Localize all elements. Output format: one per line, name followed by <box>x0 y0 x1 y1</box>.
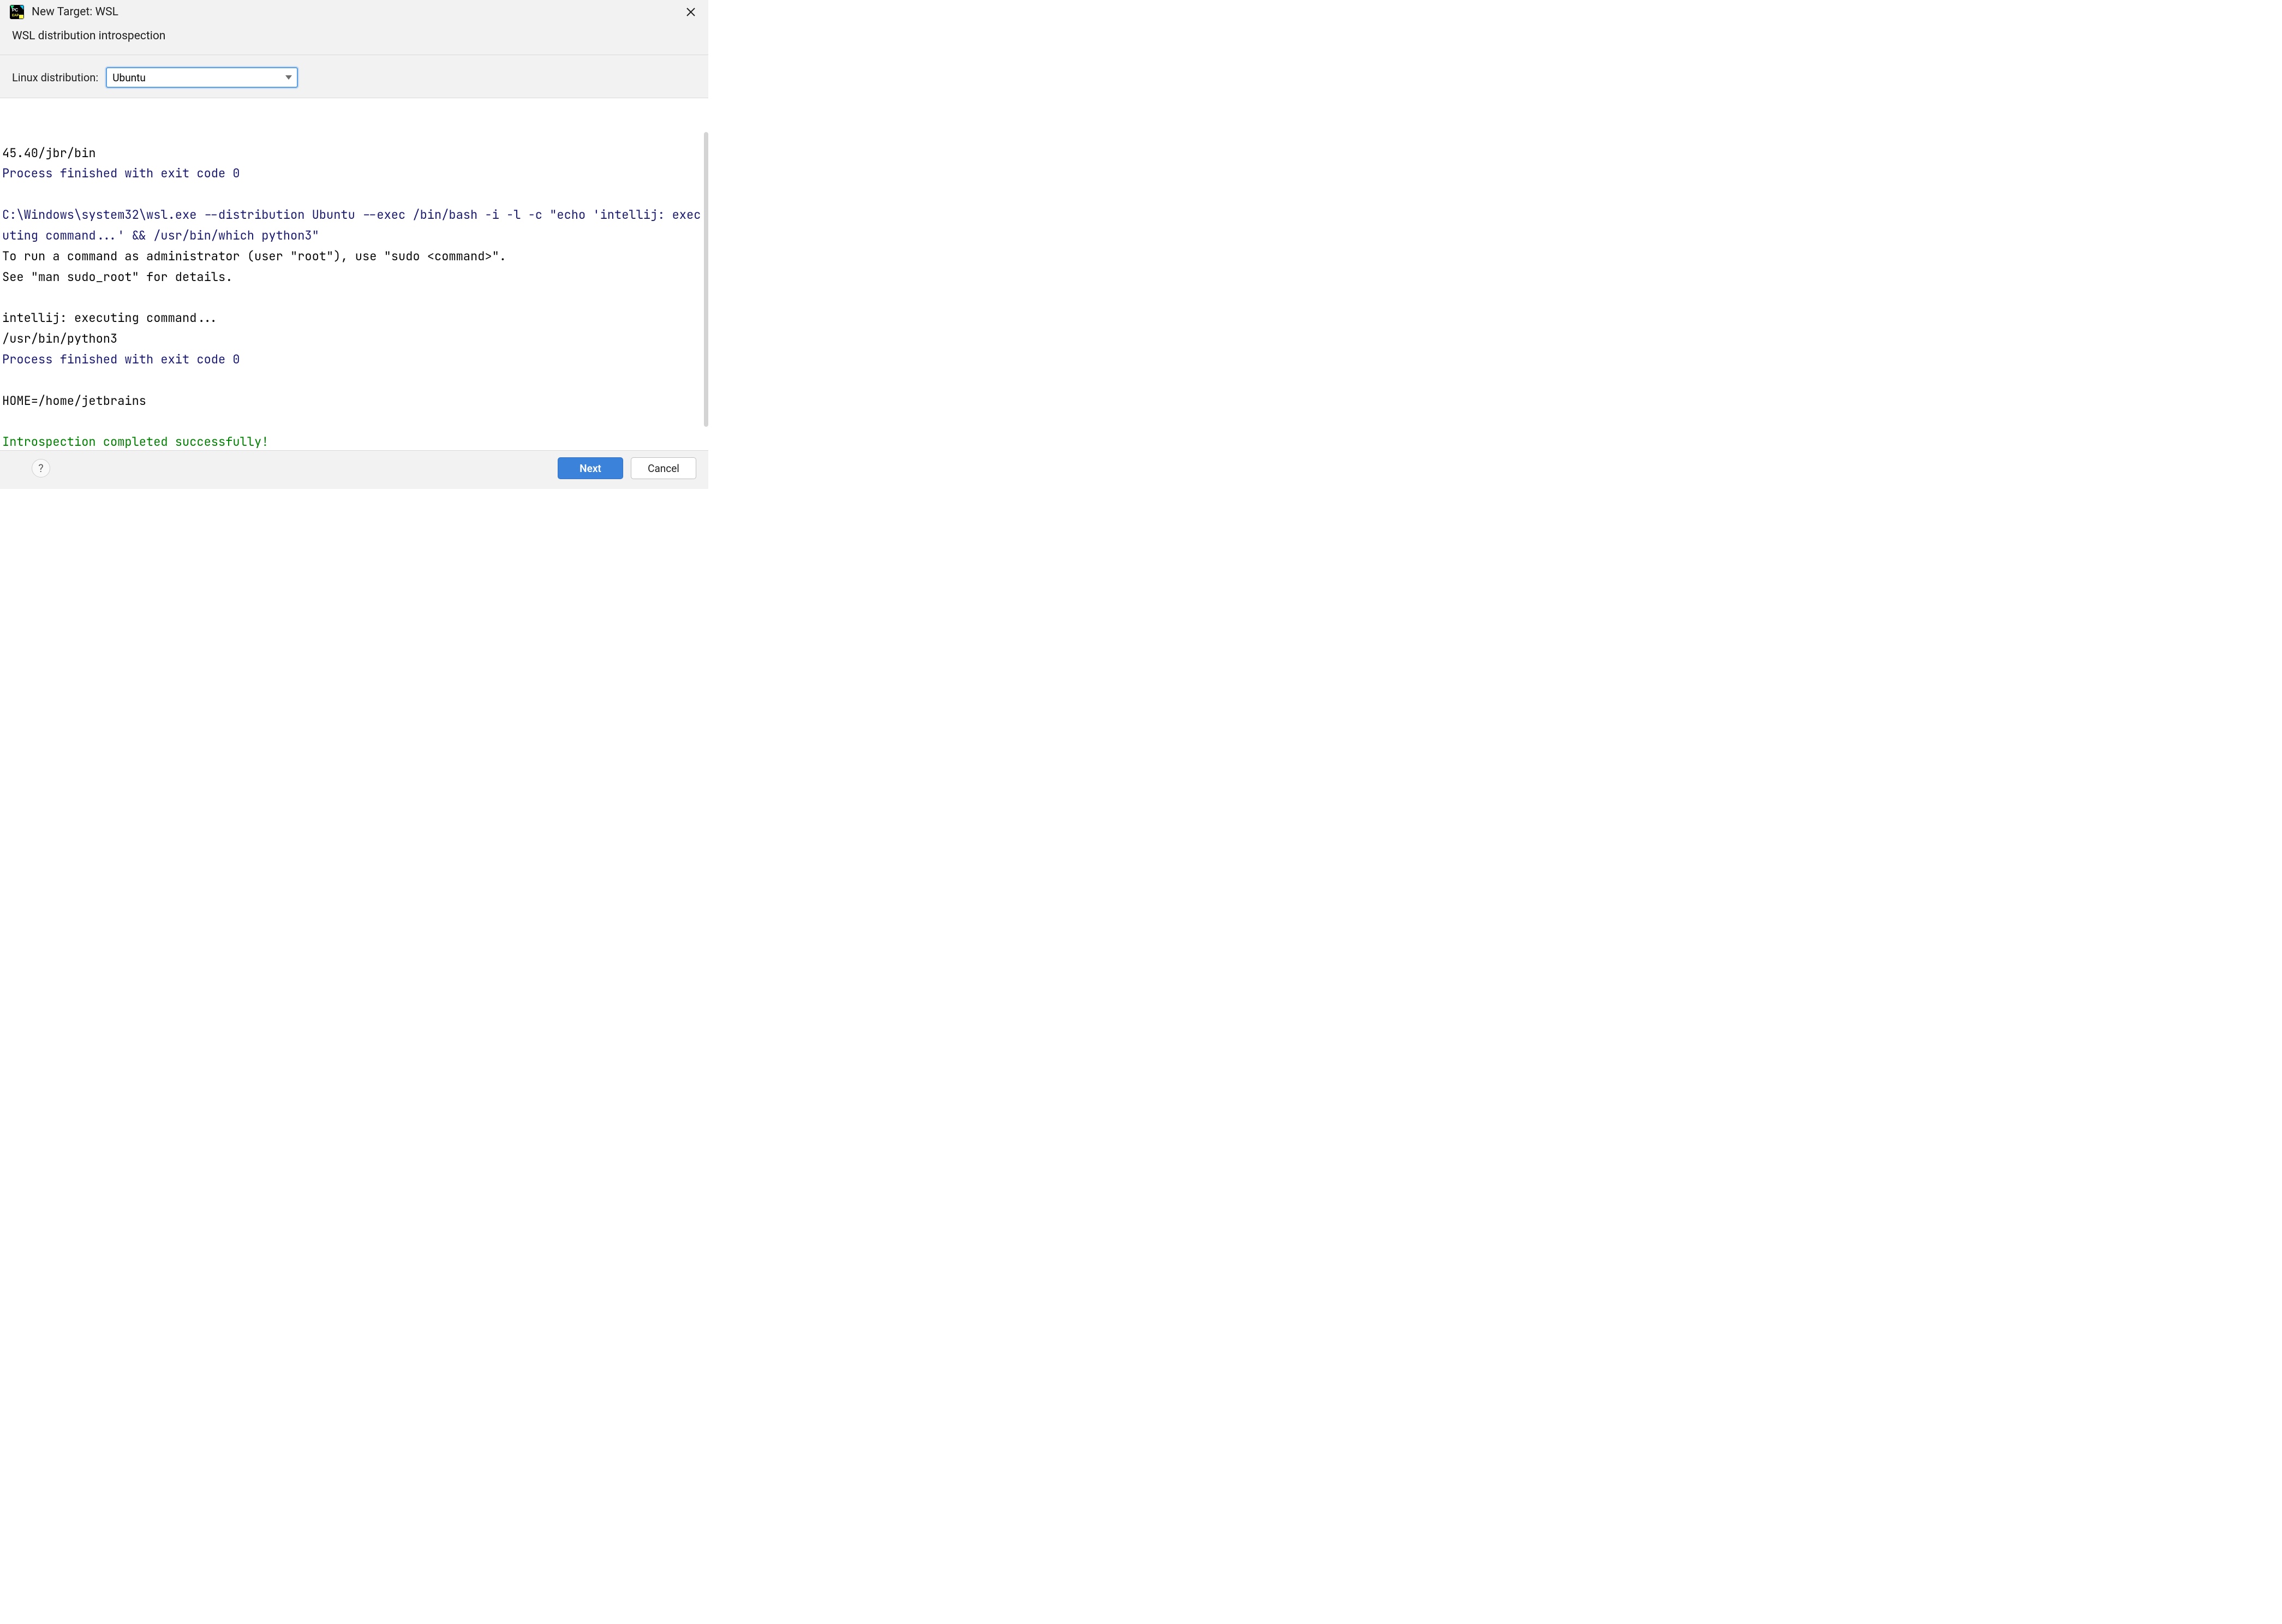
console-line <box>2 370 706 391</box>
help-button[interactable]: ? <box>32 459 50 477</box>
console-line: intellij: executing command... <box>2 308 706 329</box>
footer-bar: ? Next Cancel <box>0 450 708 489</box>
cancel-button-label: Cancel <box>648 462 679 475</box>
pycharm-icon: PC EAP <box>10 5 24 19</box>
console-line: Process finished with exit code 0 <box>2 349 706 370</box>
svg-text:EAP: EAP <box>12 14 19 17</box>
next-button-label: Next <box>580 462 601 475</box>
subtitle-bar: WSL distribution introspection <box>0 23 708 55</box>
next-button[interactable]: Next <box>558 457 623 479</box>
close-button[interactable] <box>683 4 698 20</box>
console-line: Introspection completed successfully! <box>2 432 706 450</box>
linux-distribution-select[interactable]: Ubuntu <box>106 67 298 88</box>
console-line: To run a command as administrator (user … <box>2 246 706 267</box>
console-line: Process finished with exit code 0 <box>2 163 706 184</box>
console-output[interactable]: 45.40/jbr/binProcess finished with exit … <box>0 98 708 450</box>
close-icon <box>686 7 696 17</box>
linux-distribution-value: Ubuntu <box>112 71 146 84</box>
page-subtitle: WSL distribution introspection <box>12 29 696 43</box>
cancel-button[interactable]: Cancel <box>631 457 696 479</box>
console-line <box>2 184 706 205</box>
svg-text:PC: PC <box>12 8 18 13</box>
console-line <box>2 411 706 432</box>
window-title: New Target: WSL <box>32 5 676 19</box>
console-line: See "man sudo_root" for details. <box>2 267 706 288</box>
help-icon: ? <box>38 462 43 475</box>
titlebar: PC EAP New Target: WSL <box>0 0 708 23</box>
console-line: C:\Windows\system32\wsl.exe --distributi… <box>2 205 706 246</box>
console-line <box>2 287 706 308</box>
scrollbar[interactable] <box>704 132 708 427</box>
linux-distribution-label: Linux distribution: <box>12 71 98 84</box>
linux-distribution-row: Linux distribution: Ubuntu <box>0 55 708 98</box>
console-line: 45.40/jbr/bin <box>2 143 706 164</box>
console-line: /usr/bin/python3 <box>2 329 706 349</box>
console-line: HOME=/home/jetbrains <box>2 391 706 411</box>
